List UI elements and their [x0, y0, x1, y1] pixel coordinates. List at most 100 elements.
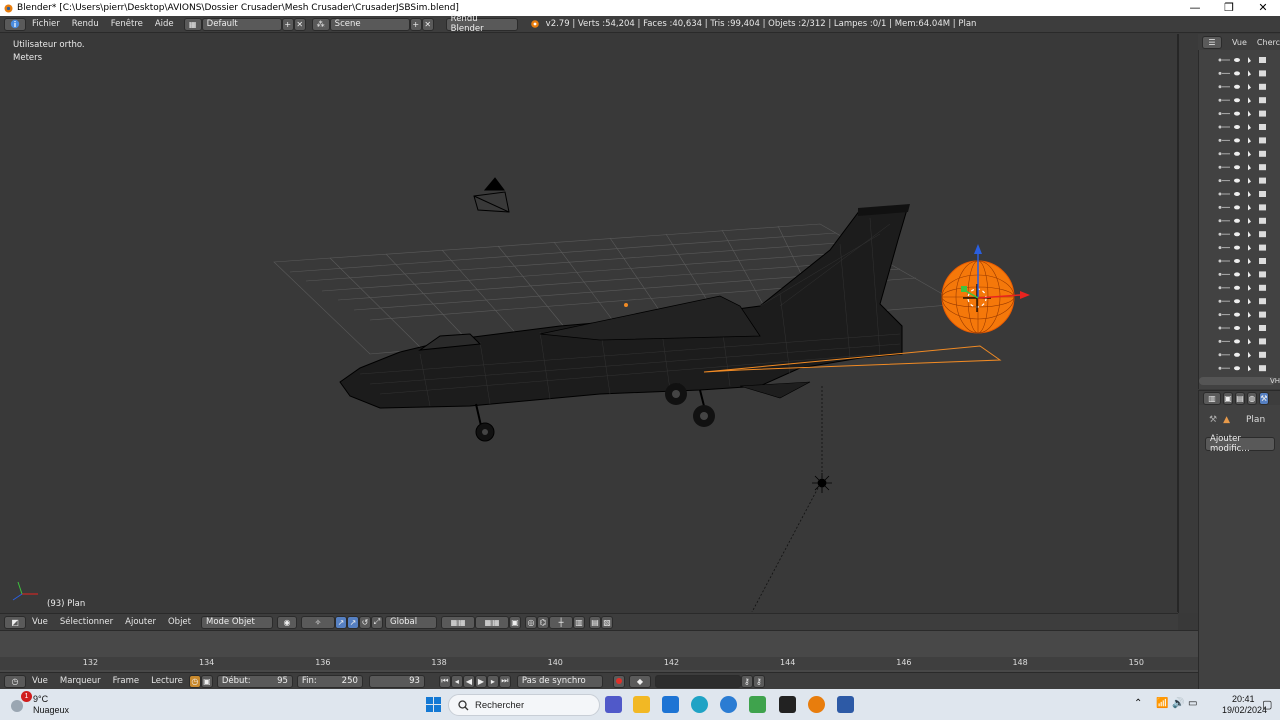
outliner-row[interactable]	[1218, 311, 1267, 318]
layers-grid-2[interactable]: ▦▦	[475, 615, 509, 629]
proportional-edit-icon[interactable]: ◎	[525, 615, 537, 629]
pivot-select-icon[interactable]: ✧	[301, 615, 335, 629]
menu-selectionner[interactable]: Sélectionner	[54, 617, 119, 627]
menu-vue-timeline[interactable]: Vue	[26, 676, 54, 686]
volume-icon[interactable]: 🔊	[1172, 698, 1184, 709]
outliner-row[interactable]	[1218, 258, 1267, 264]
wifi-icon[interactable]: 📶	[1156, 698, 1168, 709]
outliner-row[interactable]	[1218, 57, 1267, 63]
delete-key-icon[interactable]: ⚷	[752, 674, 765, 688]
layout-grid-icon[interactable]: ▦	[183, 17, 202, 31]
teams-icon[interactable]	[605, 696, 622, 713]
render-engine-select[interactable]: Rendu Blender	[445, 14, 518, 34]
editor-type-3d-button[interactable]: ◩	[4, 615, 26, 629]
menu-aide[interactable]: Aide	[149, 19, 180, 29]
next-keyframe-icon[interactable]: ▸	[486, 674, 499, 688]
outliner-row[interactable]	[1218, 70, 1267, 77]
outliner-editor[interactable]: VH	[1198, 34, 1280, 389]
jsbsim-icon[interactable]	[837, 696, 854, 713]
keying-set-icon[interactable]: ◆	[628, 674, 651, 688]
outliner-row[interactable]	[1218, 325, 1267, 331]
outliner-row[interactable]	[1218, 150, 1267, 157]
start-frame-field[interactable]: Début: 95	[216, 674, 293, 688]
outliner-row[interactable]	[1218, 83, 1267, 90]
editor-type-timeline-button[interactable]: ◷	[4, 674, 26, 688]
outliner-row[interactable]	[1218, 338, 1267, 345]
blender-taskbar-icon[interactable]	[808, 696, 825, 713]
properties-editor[interactable]: ▥ ▣ ▤ ◍ ⚒ ⚒ ▲ Plan Ajouter modific…	[1198, 390, 1280, 689]
current-frame-field[interactable]: 93	[368, 674, 425, 688]
outliner-row[interactable]	[1218, 137, 1267, 144]
editor-type-properties-button[interactable]: ▥	[1203, 391, 1221, 405]
menu-marqueur[interactable]: Marqueur	[54, 676, 107, 686]
file-explorer-icon[interactable]	[633, 696, 650, 713]
add-layout-icon[interactable]: +	[281, 17, 294, 31]
outliner-row[interactable]	[1218, 191, 1267, 197]
outliner-row[interactable]	[1218, 271, 1267, 278]
play-reverse-icon[interactable]: ◀	[462, 674, 475, 688]
render-preview-icon[interactable]: ▤	[589, 615, 601, 629]
render-tab-icon[interactable]: ▣	[1223, 391, 1233, 405]
tray-chevron-icon[interactable]: ⌃	[1134, 698, 1142, 709]
maximize-button[interactable]: ❐	[1212, 0, 1246, 16]
outliner-row[interactable]	[1218, 244, 1267, 251]
windows-start-icon[interactable]	[425, 696, 442, 713]
clock-date[interactable]: 19/02/2024	[1222, 705, 1267, 715]
scene-icon[interactable]: ⁂	[311, 17, 330, 31]
mode-select[interactable]: Mode Objet	[201, 615, 273, 629]
outliner-row[interactable]	[1218, 298, 1267, 305]
close-button[interactable]: ✕	[1246, 0, 1280, 16]
outliner-row[interactable]	[1218, 204, 1267, 211]
remove-layout-icon[interactable]: ✕	[293, 17, 306, 31]
outliner-row[interactable]	[1218, 110, 1267, 117]
outliner-row[interactable]	[1218, 365, 1267, 372]
sync-mode-select[interactable]: Pas de synchro	[516, 674, 603, 688]
menu-ajouter[interactable]: Ajouter	[119, 617, 162, 627]
jump-end-icon[interactable]: ⏭	[498, 674, 511, 688]
render-anim-icon[interactable]: ▧	[601, 615, 613, 629]
outliner-search-field[interactable]: Cherc	[1257, 38, 1280, 47]
outliner-row[interactable]	[1218, 217, 1267, 224]
taskbar-search-input[interactable]: Rechercher	[448, 694, 600, 716]
outliner-row[interactable]	[1218, 231, 1267, 238]
prev-keyframe-icon[interactable]: ◂	[450, 674, 463, 688]
edge-browser-icon[interactable]	[691, 696, 708, 713]
outliner-row[interactable]	[1218, 351, 1267, 358]
outliner-view-menu[interactable]: Vue	[1232, 38, 1247, 47]
scale-icon[interactable]: ⤢	[371, 615, 383, 629]
rotate-icon[interactable]: ↺	[359, 615, 371, 629]
outliner-row[interactable]	[1218, 164, 1267, 171]
menu-rendu[interactable]: Rendu	[66, 19, 105, 29]
outliner-row[interactable]	[1218, 284, 1267, 291]
menu-frame[interactable]: Frame	[107, 676, 145, 686]
preview-range-icon[interactable]: ◷	[188, 674, 201, 688]
menu-lecture[interactable]: Lecture	[145, 676, 189, 686]
battery-icon[interactable]: ▭	[1188, 698, 1197, 709]
end-frame-field[interactable]: Fin: 250	[296, 674, 363, 688]
snap-target-icon[interactable]: ▥	[573, 615, 585, 629]
mail-icon[interactable]	[662, 696, 679, 713]
timeline-ruler[interactable]: 132 134 136 138 140 142 144 146 148 150	[0, 657, 1198, 670]
modifier-tab-icon[interactable]: ⚒	[1259, 391, 1269, 405]
weather-widget[interactable]: 1	[8, 691, 32, 713]
editor-type-button[interactable]	[4, 17, 26, 31]
keying-set-field[interactable]	[654, 674, 741, 688]
outliner-row[interactable]	[1218, 177, 1267, 184]
insert-key-icon[interactable]: ⚷	[740, 674, 753, 688]
snap-element-icon[interactable]: ┼	[549, 615, 573, 629]
jump-start-icon[interactable]: ⏮	[438, 674, 451, 688]
orientation-select[interactable]: Global	[385, 615, 437, 629]
3d-viewport[interactable]: Utilisateur ortho. Meters (93) Plan	[0, 34, 1178, 612]
timeline-editor[interactable]: 132 134 136 138 140 142 144 146 148 150	[0, 630, 1198, 672]
outliner-row[interactable]	[1218, 124, 1267, 130]
lock-layers-icon[interactable]: ▣	[509, 615, 521, 629]
scene-field[interactable]: Scene	[329, 17, 410, 31]
record-icon[interactable]	[612, 674, 625, 688]
notification-center-icon[interactable]: ▢	[1262, 698, 1272, 711]
menu-fichier[interactable]: Fichier	[26, 19, 66, 29]
clock-time[interactable]: 20:41	[1232, 694, 1255, 704]
menu-fenetre[interactable]: Fenêtre	[105, 19, 149, 29]
add-modifier-button[interactable]: Ajouter modific…	[1205, 434, 1275, 454]
add-scene-icon[interactable]: +	[409, 17, 422, 31]
play-icon[interactable]: ▶	[474, 674, 487, 688]
